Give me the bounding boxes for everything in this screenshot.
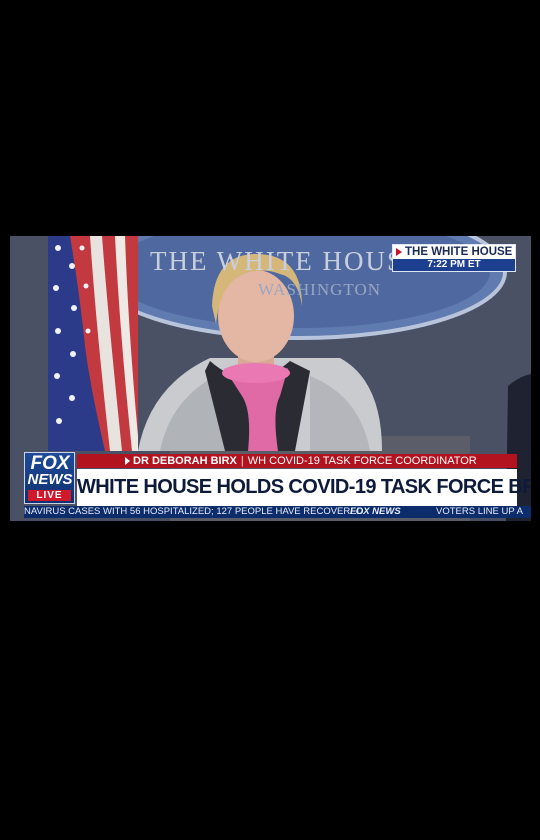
live-badge: LIVE [28, 490, 71, 501]
location-title-bar: THE WHITE HOUSE [393, 245, 515, 259]
location-bug: THE WHITE HOUSE 7:22 PM ET [392, 244, 516, 272]
play-triangle-icon [125, 457, 130, 466]
fox-news-logo: FOX NEWS LIVE [24, 452, 75, 504]
ticker-text-next: VOTERS LINE UP A [436, 506, 523, 517]
headline-banner: WHITE HOUSE HOLDS COVID-19 TASK FORCE BR… [77, 469, 531, 506]
speaker-name: DR DEBORAH BIRX [133, 455, 237, 467]
play-triangle-icon [396, 247, 402, 256]
ticker-text: NAVIRUS CASES WITH 56 HOSPITALIZED; 127 … [24, 506, 364, 517]
us-flag [48, 236, 138, 451]
ticker-brand: FOX NEWS [350, 506, 401, 517]
video-frame: THE WHITE HOUSE WASHINGTON THE WHITE HOU… [10, 236, 531, 521]
logo-news-text: NEWS [27, 471, 73, 488]
news-ticker: NAVIRUS CASES WITH 56 HOSPITALIZED; 127 … [24, 506, 531, 518]
seal-text-line2: WASHINGTON [258, 280, 382, 299]
location-time: 7:22 PM ET [393, 259, 515, 271]
name-separator: | [240, 455, 244, 467]
speaker-name-bar: DR DEBORAH BIRX | WH COVID-19 TASK FORCE C… [77, 454, 517, 468]
speaker-role: WH COVID-19 TASK FORCE COORDINATOR [247, 455, 477, 467]
location-title: THE WHITE HOUSE [405, 246, 513, 258]
seal-text-line1: THE WHITE HOUSE [150, 246, 423, 276]
